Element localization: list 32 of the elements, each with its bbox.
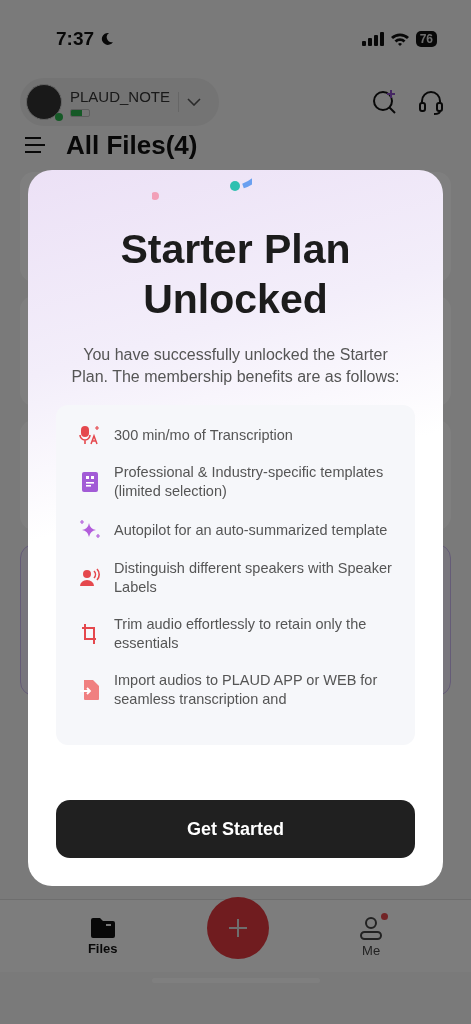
modal-title: Starter Plan Unlocked [119,225,352,324]
headset-icon[interactable] [417,88,445,116]
device-selector[interactable]: PLAUD_NOTE [20,78,220,126]
status-time: 7:37 [56,28,95,50]
page-heading: All Files(4) [66,130,198,160]
signal-icon [361,32,384,46]
get-started-button[interactable]: Get Started [56,800,415,858]
plus-icon [227,917,250,939]
moon-icon [100,32,115,46]
nav-tab[interactable]: Me [353,913,390,959]
speaker-person-icon [79,568,101,588]
microphone-icon [79,425,101,445]
menu-icon[interactable] [24,136,46,154]
person-icon [359,914,384,941]
file-import-icon [79,679,101,701]
modal-description: You have successfully unlocked the Starter Plan. The membership benefits are as follows: [70,345,401,387]
chevron-down-icon [187,98,202,106]
benefit-text: Trim audio effortlessly to retain only the essentials [114,615,368,653]
benefit-text: Import audios to PLAUD APP or WEB for seamless transcription and [114,671,379,709]
document-icon [81,471,99,493]
benefit-text: 300 min/mo of Transcription [114,425,293,445]
device-battery-icon [70,108,90,117]
battery-level: 76 [415,31,437,47]
folder-icon [89,916,116,939]
benefit-text: Autopilot for an auto-summarized template [114,520,388,540]
benefit-text: Professional & Industry-specific templates (limited selection) [114,463,385,501]
crop-icon [81,623,99,645]
wifi-icon [389,32,410,46]
nav-tab[interactable]: Files [81,915,124,957]
sparkle-icon [79,519,101,541]
device-name: PLAUD_NOTE [70,87,171,105]
benefit-text: Distinguish different speakers with Speaker Labels [114,559,393,597]
